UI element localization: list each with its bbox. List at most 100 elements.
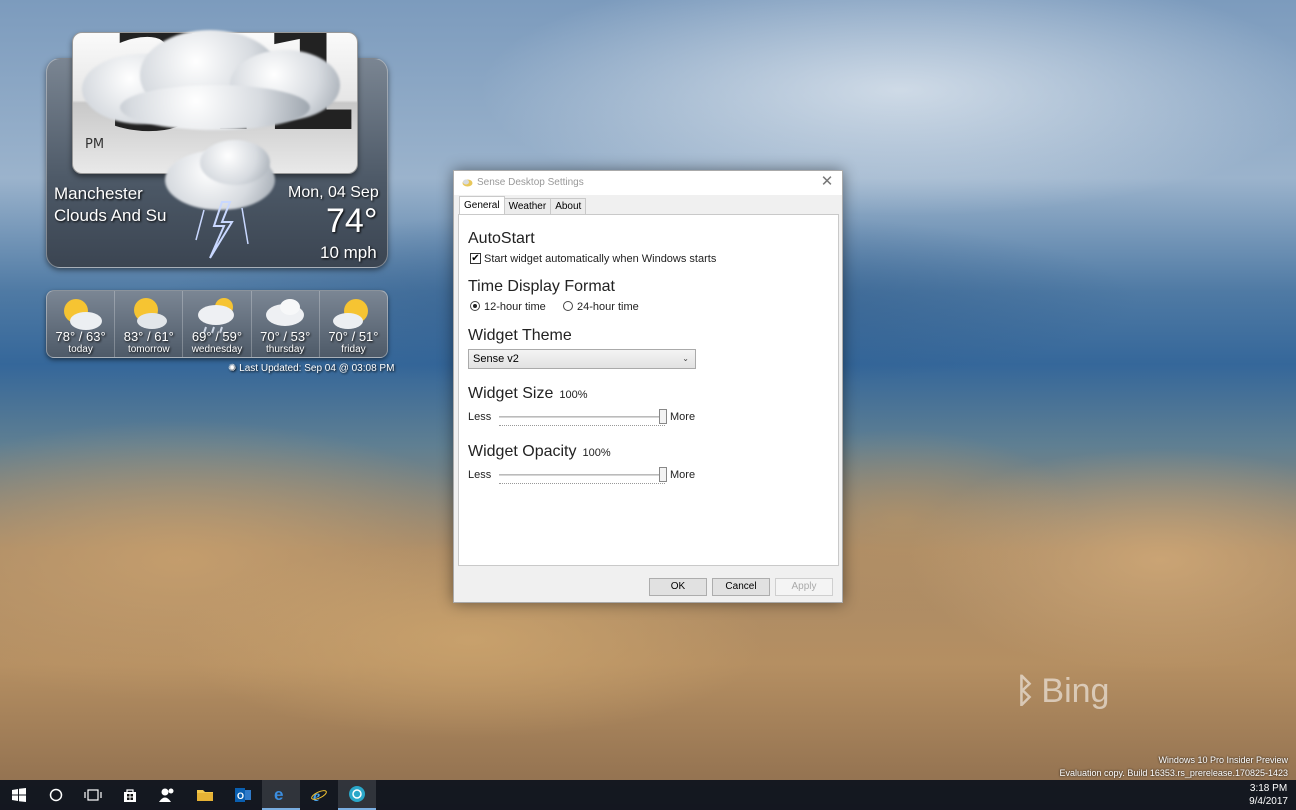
tab-general[interactable]: General	[459, 196, 505, 214]
condition-label: Clouds And Su	[54, 206, 167, 225]
cortana-button[interactable]	[37, 780, 75, 810]
apply-button[interactable]: Apply	[775, 578, 833, 596]
forecast-day-name: today	[68, 344, 93, 355]
outlook-icon: O	[235, 788, 251, 802]
opacity-heading-text: Widget Opacity	[468, 443, 577, 460]
slider-track[interactable]	[499, 416, 665, 418]
bing-wordmark: Bing	[1041, 672, 1110, 710]
last-updated-text: Last Updated: Sep 04 @ 03:08 PM	[239, 363, 395, 374]
bing-b-icon: ᛒ	[1015, 672, 1036, 710]
slider-thumb[interactable]	[659, 467, 667, 482]
watermark-line1: Windows 10 Pro Insider Preview	[1158, 755, 1288, 765]
chevron-down-icon: ⌄	[682, 354, 689, 363]
size-more-label: More	[670, 411, 696, 423]
clock-date: 9/4/2017	[1249, 796, 1288, 807]
theme-heading: Widget Theme	[468, 327, 572, 344]
dialog-titlebar[interactable]: Sense Desktop Settings ✕	[454, 171, 842, 195]
start-icon	[12, 788, 26, 802]
settings-dialog: Sense Desktop Settings ✕ General Weather…	[453, 170, 843, 603]
forecast-day-name: tomorrow	[127, 344, 170, 355]
weather-app-icon	[349, 786, 365, 802]
autostart-heading: AutoStart	[468, 230, 535, 247]
radio-12-hour[interactable]	[470, 301, 480, 311]
forecast-day[interactable]: 70° / 51° friday	[320, 291, 387, 357]
forecast-temps: 70° / 53°	[260, 329, 311, 344]
file-explorer-button[interactable]	[186, 780, 224, 810]
size-less-label: Less	[468, 411, 492, 423]
close-icon: ✕	[820, 173, 834, 190]
outlook-button[interactable]: O	[224, 780, 262, 810]
forecast-day[interactable]: 70° / 53° thursday	[252, 291, 320, 357]
slider-thumb[interactable]	[659, 409, 667, 424]
radio-12-hour-label[interactable]: 12-hour time	[484, 301, 546, 313]
size-slider[interactable]	[499, 409, 667, 426]
tab-strip: General Weather About	[459, 196, 587, 215]
dialog-title: Sense Desktop Settings	[477, 177, 584, 188]
theme-dropdown[interactable]: Sense v2 ⌄	[468, 349, 696, 369]
edge-icon: e	[274, 786, 283, 802]
forecast-day[interactable]: 83° / 61° tomorrow	[115, 291, 184, 357]
forecast-day[interactable]: 69° / 59° wednesday	[183, 291, 252, 357]
close-button[interactable]: ✕	[812, 171, 842, 195]
size-heading-text: Widget Size	[468, 385, 554, 402]
general-tab-page: AutoStart ✔ Start widget automatically w…	[458, 214, 839, 566]
date-label: Mon, 04 Sep	[288, 184, 379, 201]
store-icon	[124, 789, 136, 802]
clock-ampm: PM	[85, 137, 105, 152]
forecast-temps: 78° / 63°	[55, 329, 106, 344]
autostart-label[interactable]: Start widget automatically when Windows …	[484, 253, 716, 265]
size-heading: Widget Size 100%	[468, 385, 588, 403]
file-explorer-icon	[197, 790, 213, 801]
forecast-day[interactable]: 78° / 63° today	[47, 291, 116, 357]
internet-explorer-icon: e	[311, 788, 327, 803]
clock-time: 3:18 PM	[1249, 783, 1288, 794]
sense-app-icon	[462, 179, 473, 187]
ok-button[interactable]: OK	[649, 578, 707, 596]
people-icon	[159, 788, 174, 802]
weather-app-button[interactable]	[338, 780, 376, 810]
slider-ticks	[499, 482, 665, 484]
lightning-icon	[195, 201, 249, 259]
cancel-button[interactable]: Cancel	[712, 578, 770, 596]
last-updated-label: ✺ Last Updated: Sep 04 @ 03:08 PM	[228, 363, 394, 374]
svg-text:e: e	[313, 788, 320, 803]
autostart-checkbox[interactable]: ✔	[470, 253, 481, 264]
wind-label: 10 mph	[320, 243, 377, 262]
opacity-less-label: Less	[468, 469, 492, 481]
system-clock[interactable]: 3:18 PM 9/4/2017	[1249, 782, 1288, 808]
bing-logo: ᛒ Bing	[1015, 672, 1109, 711]
tab-weather[interactable]: Weather	[503, 198, 552, 214]
task-view-icon	[84, 789, 102, 801]
svg-text:e: e	[274, 786, 283, 802]
radio-24-hour-label[interactable]: 24-hour time	[577, 301, 639, 313]
city-label: Manchester	[54, 184, 143, 203]
radio-24-hour[interactable]	[563, 301, 573, 311]
theme-dropdown-value: Sense v2	[473, 353, 519, 365]
forecast-temps: 70° / 51°	[328, 329, 379, 344]
current-temp: 74°	[326, 202, 378, 240]
taskbar: O e e 3:18 PM 9/4/2017	[0, 780, 1296, 810]
size-value: 100%	[559, 389, 588, 401]
refresh-icon: ✺	[228, 363, 240, 374]
edge-button[interactable]: e	[262, 780, 300, 810]
store-button[interactable]	[111, 780, 149, 810]
watermark-line2: Evaluation copy. Build 16353.rs_prerelea…	[1059, 768, 1289, 778]
forecast-strip[interactable]: 78° / 63° today 83° / 61° tomorrow 69° /…	[46, 290, 388, 358]
task-view-button[interactable]	[74, 780, 112, 810]
forecast-day-name: wednesday	[191, 344, 243, 355]
start-button[interactable]	[0, 780, 38, 810]
opacity-slider[interactable]	[499, 467, 667, 484]
forecast-day-name: friday	[341, 344, 366, 355]
opacity-value: 100%	[582, 447, 611, 459]
slider-ticks	[499, 424, 665, 426]
svg-text:O: O	[237, 791, 244, 801]
forecast-temps: 69° / 59°	[191, 329, 243, 344]
cortana-icon	[49, 788, 63, 802]
slider-track[interactable]	[499, 474, 665, 476]
forecast-day-name: thursday	[266, 344, 305, 355]
tab-about[interactable]: About	[550, 198, 587, 214]
time-format-heading: Time Display Format	[468, 278, 615, 295]
internet-explorer-button[interactable]: e	[300, 780, 338, 810]
opacity-more-label: More	[670, 469, 696, 481]
people-button[interactable]	[148, 780, 186, 810]
